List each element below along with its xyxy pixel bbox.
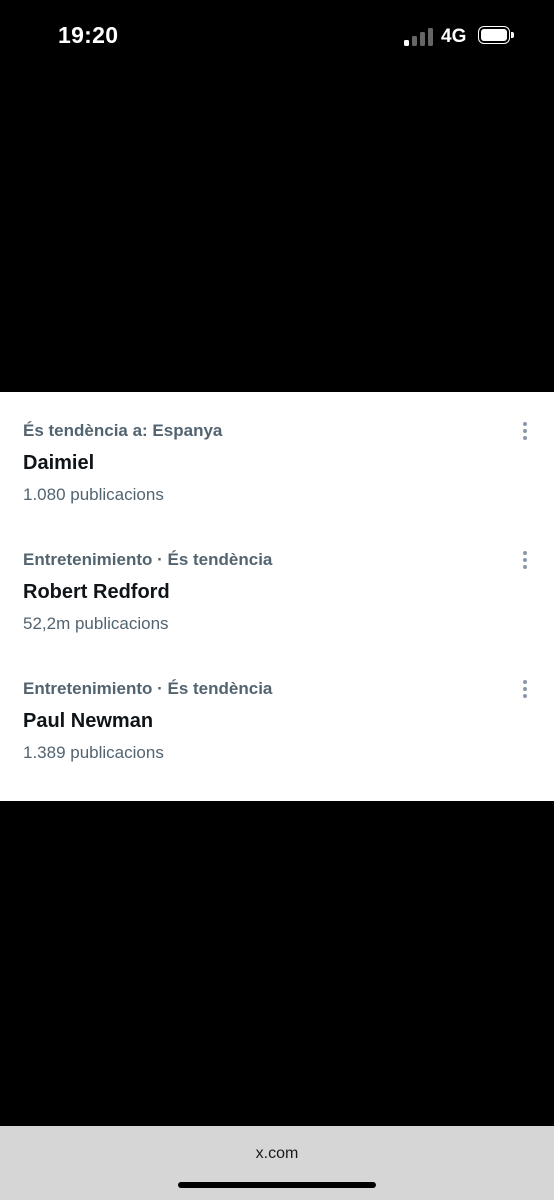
- browser-address-bar[interactable]: x.com: [0, 1126, 554, 1200]
- trends-list: És tendència a: Espanya Daimiel 1.080 pu…: [0, 392, 554, 801]
- home-indicator[interactable]: [178, 1182, 376, 1188]
- network-type: 4G: [441, 26, 467, 47]
- status-time: 19:20: [58, 22, 119, 48]
- more-options-icon[interactable]: [514, 677, 536, 701]
- trend-name: Paul Newman: [23, 710, 154, 732]
- trend-item-robert-redford[interactable]: Entretenimiento · És tendència Robert Re…: [0, 542, 554, 671]
- trend-name: Daimiel: [23, 452, 95, 474]
- trend-post-count: 52,2m publicacions: [23, 614, 169, 633]
- trend-context: És tendència a: Espanya: [23, 421, 223, 440]
- more-options-icon[interactable]: [514, 548, 536, 572]
- trend-post-count: 1.080 publicacions: [23, 485, 164, 504]
- status-bar: 19:20 4G: [0, 0, 554, 76]
- url-label[interactable]: x.com: [0, 1145, 554, 1163]
- cellular-signal-icon: [404, 26, 434, 46]
- trend-item-paul-newman[interactable]: Entretenimiento · És tendència Paul Newm…: [0, 671, 554, 800]
- battery-full-icon: [478, 26, 516, 46]
- trend-context: Entretenimiento · És tendència: [23, 550, 273, 569]
- trend-name: Robert Redford: [23, 581, 170, 603]
- trend-item-daimiel[interactable]: És tendència a: Espanya Daimiel 1.080 pu…: [0, 413, 554, 542]
- trend-context: Entretenimiento · És tendència: [23, 679, 273, 698]
- more-options-icon[interactable]: [514, 419, 536, 443]
- trend-post-count: 1.389 publicacions: [23, 743, 164, 762]
